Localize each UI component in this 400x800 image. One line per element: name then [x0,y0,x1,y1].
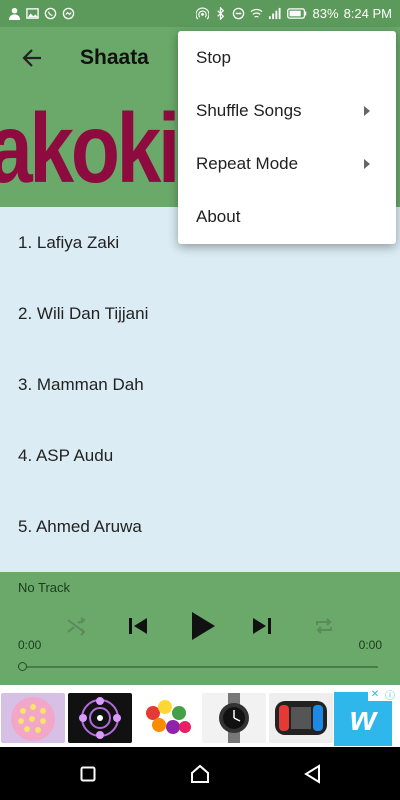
elapsed-time: 0:00 [18,638,42,652]
menu-item-label: Stop [196,47,231,67]
back-button[interactable] [0,27,64,89]
ad-product-image[interactable] [68,693,132,743]
ad-product-image[interactable] [1,693,65,743]
song-item[interactable]: 2. Wili Dan Tijjani [0,278,400,349]
person-icon [8,7,21,20]
signal-icon [268,7,281,20]
ad-banner[interactable]: w ✕ ⓘ [0,685,400,747]
clock: 8:24 PM [343,6,392,21]
game-console-case-icon [275,701,327,735]
squishy-toy-icon [11,697,55,741]
menu-item-shuffle-songs[interactable]: Shuffle Songs [178,84,396,137]
shuffle-button[interactable] [60,610,92,642]
home-icon [191,764,209,783]
triangle-back-icon [304,764,320,784]
recents-button[interactable] [75,761,101,787]
messenger-icon [62,7,75,20]
repeat-button[interactable] [308,610,340,642]
status-bar: 83% 8:24 PM [0,0,400,27]
hotspot-icon [195,7,209,20]
seek-thumb[interactable] [18,662,27,671]
ad-info-icon[interactable]: ⓘ [382,687,398,702]
previous-button[interactable] [122,610,154,642]
next-button[interactable] [246,610,278,642]
system-nav-bar [0,747,400,800]
watch-icon [219,693,249,743]
menu-item-label: Repeat Mode [196,153,299,173]
ad-product-image[interactable] [269,693,333,743]
play-button[interactable] [184,610,220,642]
ad-product-image[interactable] [135,693,199,743]
repeat-icon [316,618,332,634]
battery-icon [286,8,306,19]
song-item[interactable]: 3. Mamman Dah [0,349,400,420]
track-title: No Track [18,580,71,595]
submenu-arrow-icon [364,105,370,116]
menu-item-stop[interactable]: Stop [178,31,396,84]
do-not-disturb-icon [232,7,244,20]
page-title: Shaata [80,46,149,69]
arrow-back-icon [22,49,41,67]
skip-next-icon [253,618,271,634]
whatsapp-icon [44,7,57,20]
status-left-icons [8,7,75,20]
play-icon [192,612,215,640]
menu-item-about[interactable]: About [178,190,396,243]
image-icon [26,8,39,19]
total-time: 0:00 [358,638,382,652]
song-item[interactable]: 5. Ahmed Aruwa [0,491,400,562]
menu-item-label: About [196,206,241,226]
skip-previous-icon [129,618,147,634]
wifi-icon [250,8,263,18]
battery-percent: 83% [312,6,339,21]
overflow-menu: Stop Shuffle Songs Repeat Mode About [178,31,396,244]
ad-close-icon[interactable]: ✕ [368,687,382,701]
candy-icon [146,700,191,734]
submenu-arrow-icon [364,158,370,169]
song-list: 1. Lafiya Zaki 2. Wili Dan Tijjani 3. Ma… [0,207,400,572]
square-icon [80,766,96,782]
bluetooth-icon [216,7,224,20]
menu-item-label: Shuffle Songs [196,100,302,120]
back-nav-button[interactable] [299,761,325,787]
spinner-toy-icon [79,697,121,739]
menu-item-repeat-mode[interactable]: Repeat Mode [178,137,396,190]
player-panel: No Track 0:00 0:00 [0,572,400,685]
seek-bar[interactable] [22,666,378,668]
song-item[interactable]: 4. ASP Audu [0,420,400,491]
shuffle-icon [67,617,86,636]
home-button[interactable] [187,761,213,787]
status-right-icons: 83% 8:24 PM [195,6,392,21]
ad-product-image[interactable] [202,693,266,743]
